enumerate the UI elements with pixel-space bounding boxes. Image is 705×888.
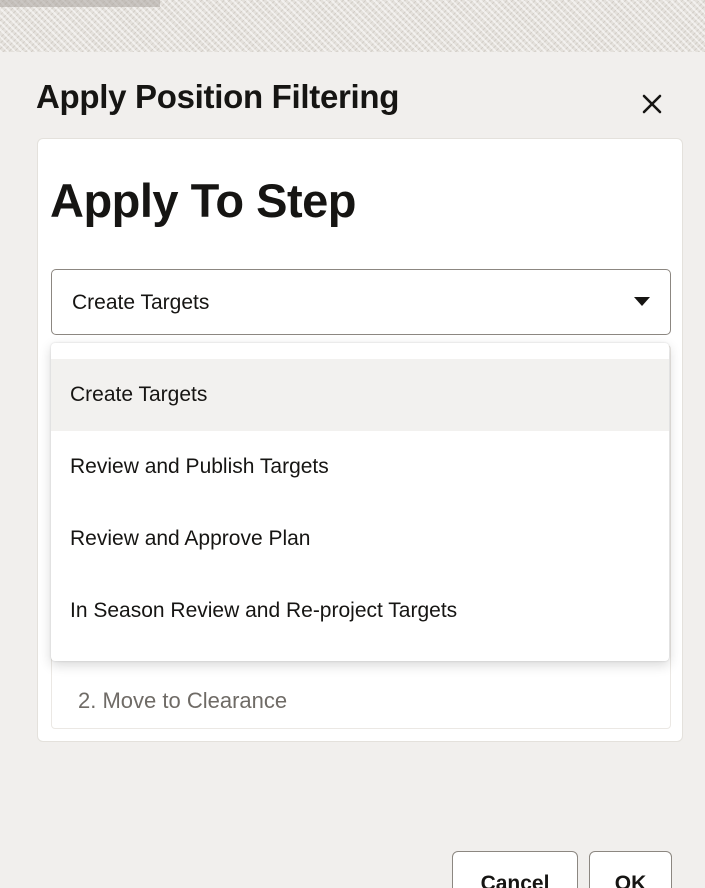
step-dropdown-menu: Create Targets Review and Publish Target… (51, 343, 669, 661)
dropdown-option-create-targets[interactable]: Create Targets (51, 359, 669, 431)
ok-button[interactable]: OK (589, 851, 672, 888)
backdrop-strip (0, 0, 705, 52)
backdrop-shadow (0, 0, 160, 7)
apply-to-step-select[interactable]: Create Targets (51, 269, 671, 335)
close-button[interactable] (632, 84, 672, 124)
section-heading: Apply To Step (50, 174, 356, 227)
caret-down-icon (634, 297, 650, 306)
dropdown-option-review-and-publish-targets[interactable]: Review and Publish Targets (51, 431, 669, 503)
list-item[interactable]: 2. Move to Clearance (78, 688, 287, 714)
dialog-title: Apply Position Filtering (36, 78, 400, 115)
select-value: Create Targets (72, 291, 210, 314)
cancel-button[interactable]: Cancel (452, 851, 578, 888)
close-icon (642, 94, 662, 114)
dropdown-option-in-season-review[interactable]: In Season Review and Re-project Targets (51, 575, 669, 647)
dropdown-option-review-and-approve-plan[interactable]: Review and Approve Plan (51, 503, 669, 575)
page: Apply Position Filtering Apply To Step C… (0, 0, 705, 888)
